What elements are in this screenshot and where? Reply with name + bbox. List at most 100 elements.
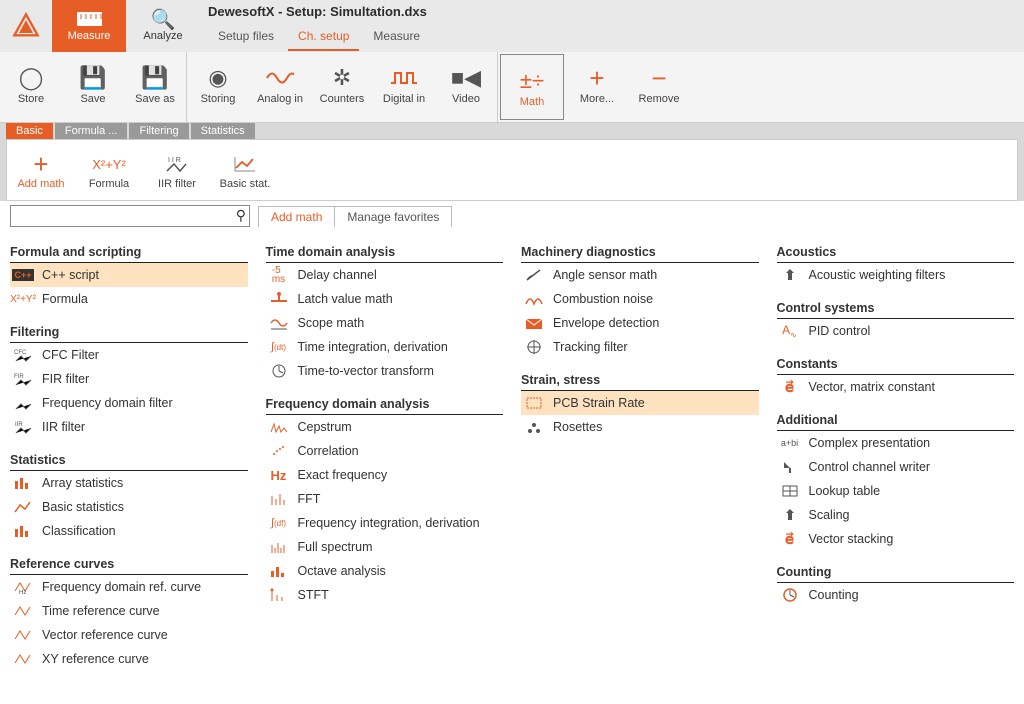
ribbon-iir[interactable]: I I RIIR filter [143, 140, 211, 200]
submenu-setup-files[interactable]: Setup files [208, 27, 284, 51]
minitab-filtering[interactable]: Filtering [129, 123, 188, 139]
math-item[interactable]: Scope math [266, 311, 504, 335]
math-item[interactable]: ∫(df)Frequency integration, derivation [266, 511, 504, 535]
ribbon-addmath[interactable]: +Add math [7, 140, 75, 200]
math-item[interactable]: e⃗Vector stacking [777, 527, 1015, 551]
minus-icon: − [651, 63, 666, 93]
pid-icon: A∿ [779, 322, 801, 340]
minitab-formula[interactable]: Formula ... [55, 123, 128, 139]
math-item[interactable]: -5msDelay channel [266, 263, 504, 287]
cnt-icon [779, 586, 801, 604]
ribbon-formula[interactable]: X²+Y²Formula [75, 140, 143, 200]
math-item[interactable]: HzExact frequency [266, 463, 504, 487]
digitalin-button[interactable]: Digital in [373, 52, 435, 116]
search-input[interactable] [10, 205, 250, 227]
more-button[interactable]: +More... [566, 52, 628, 116]
fsp-icon [268, 538, 290, 556]
math-item-label: PID control [809, 324, 871, 338]
mode-analyze-label: Analyze [143, 30, 182, 42]
math-item-label: Lookup table [809, 484, 881, 498]
measure-icon [76, 10, 102, 28]
math-item[interactable]: Vector reference curve [10, 623, 248, 647]
iir-icon: IIR [12, 418, 34, 436]
tab-add-math[interactable]: Add math [259, 207, 335, 227]
math-item[interactable]: e⃗ Vector, matrix constant [777, 375, 1015, 399]
math-item-label: FIR filter [42, 372, 89, 386]
ribbon-basicstat[interactable]: Basic stat. [211, 140, 279, 200]
ribbon-zone: Basic Formula ... Filtering Statistics +… [0, 123, 1024, 201]
tab-manage-favorites[interactable]: Manage favorites [335, 207, 451, 227]
video-button[interactable]: ■◀Video [435, 52, 497, 116]
mode-analyze[interactable]: 🔍 Analyze [126, 0, 200, 52]
saveas-button[interactable]: 💾Save as [124, 52, 186, 116]
math-item[interactable]: Latch value math [266, 287, 504, 311]
math-item[interactable]: Time reference curve [10, 599, 248, 623]
math-item[interactable]: Correlation [266, 439, 504, 463]
vec-icon: e⃗ [779, 378, 801, 396]
math-item[interactable]: Cepstrum [266, 415, 504, 439]
digitalin-label: Digital in [383, 93, 425, 105]
math-item-label: C++ script [42, 268, 99, 282]
math-item[interactable]: Tracking filter [521, 335, 759, 359]
svg-text:FIR: FIR [14, 374, 24, 380]
math-item[interactable]: Array statistics [10, 471, 248, 495]
math-item[interactable]: Angle sensor math [521, 263, 759, 287]
analogin-label: Analog in [257, 93, 303, 105]
analogin-button[interactable]: Analog in [249, 52, 311, 116]
math-item[interactable]: STFT [266, 583, 504, 607]
math-button[interactable]: ±÷Math [501, 55, 563, 119]
search-icon[interactable]: ⚲ [236, 207, 246, 224]
math-item[interactable]: Envelope detection [521, 311, 759, 335]
math-item[interactable]: A∿ PID control [777, 319, 1015, 343]
math-item[interactable]: Combustion noise [521, 287, 759, 311]
mode-measure[interactable]: Measure [52, 0, 126, 52]
analogin-icon [266, 63, 294, 93]
math-item[interactable]: Frequency domain filter [10, 391, 248, 415]
math-item[interactable]: Time-to-vector transform [266, 359, 504, 383]
mini-tabs: Basic Formula ... Filtering Statistics [0, 123, 1024, 139]
math-item[interactable]: C++C++ script [10, 263, 248, 287]
math-item[interactable]: CFCCFC Filter [10, 343, 248, 367]
math-item[interactable]: Rosettes [521, 415, 759, 439]
math-item[interactable]: ∫(dt)Time integration, derivation [266, 335, 504, 359]
math-item[interactable]: FIR FIR filter [10, 367, 248, 391]
saveas-label: Save as [135, 93, 175, 105]
math-item[interactable]: Lookup table [777, 479, 1015, 503]
column-3: Machinery diagnosticsAngle sensor mathCo… [521, 231, 759, 671]
math-item-label: Time integration, derivation [298, 340, 448, 354]
submenu-ch-setup[interactable]: Ch. setup [288, 27, 359, 51]
counters-button[interactable]: ✲Counters [311, 52, 373, 116]
math-item[interactable]: Scaling [777, 503, 1015, 527]
math-item[interactable]: Classification [10, 519, 248, 543]
save-button[interactable]: 💾Save [62, 52, 124, 116]
math-item[interactable]: PCB Strain Rate [521, 391, 759, 415]
math-item[interactable]: HzFrequency domain ref. curve [10, 575, 248, 599]
math-item-label: Frequency domain ref. curve [42, 580, 201, 594]
math-item[interactable]: Full spectrum [266, 535, 504, 559]
submenu-measure[interactable]: Measure [363, 27, 430, 51]
category-head: Statistics [10, 447, 248, 471]
math-item[interactable]: Counting [777, 583, 1015, 607]
minitab-basic[interactable]: Basic [6, 123, 53, 139]
math-item[interactable]: X²+Y²Formula [10, 287, 248, 311]
math-item[interactable]: Control channel writer [777, 455, 1015, 479]
video-label: Video [452, 93, 480, 105]
math-item-label: Vector stacking [809, 532, 894, 546]
math-item-label: Vector, matrix constant [809, 380, 935, 394]
math-item[interactable]: FFT [266, 487, 504, 511]
minitab-statistics[interactable]: Statistics [191, 123, 255, 139]
math-item[interactable]: Acoustic weighting filters [777, 263, 1015, 287]
math-item[interactable]: XY reference curve [10, 647, 248, 671]
math-item[interactable]: Basic statistics [10, 495, 248, 519]
math-item-label: Frequency domain filter [42, 396, 173, 410]
store-button[interactable]: ◯Store [0, 52, 62, 116]
category-head: Acoustics [777, 239, 1015, 263]
storing-button[interactable]: ◉Storing [187, 52, 249, 116]
math-item[interactable]: Octave analysis [266, 559, 504, 583]
math-item-label: IIR filter [42, 420, 85, 434]
math-item-label: Scope math [298, 316, 365, 330]
math-item[interactable]: IIR IIR filter [10, 415, 248, 439]
remove-button[interactable]: −Remove [628, 52, 690, 116]
math-item[interactable]: a+biComplex presentation [777, 431, 1015, 455]
cep-icon [268, 418, 290, 436]
